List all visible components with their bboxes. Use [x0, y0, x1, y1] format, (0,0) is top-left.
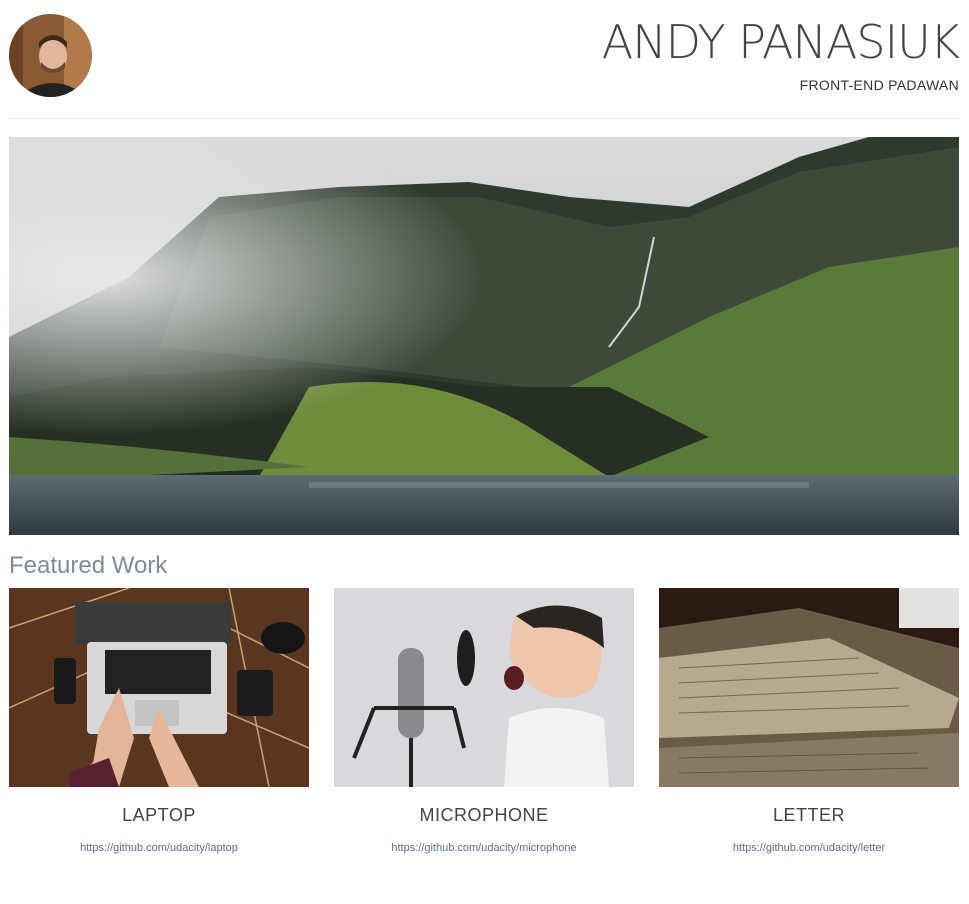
- project-card-laptop: LAPTOP https://github.com/udacity/laptop: [9, 588, 309, 854]
- project-title-microphone: MICROPHONE: [419, 805, 549, 825]
- header-divider: [9, 118, 959, 119]
- site-title: ANDY PANASIUK: [601, 15, 960, 69]
- project-card-microphone: MICROPHONE https://github.com/udacity/mi…: [334, 588, 634, 854]
- laptop-image[interactable]: [9, 588, 309, 787]
- project-link-laptop[interactable]: https://github.com/udacity/laptop: [9, 842, 309, 854]
- project-title-laptop: LAPTOP: [122, 805, 196, 825]
- hero-image: [9, 137, 959, 535]
- project-link-letter[interactable]: https://github.com/udacity/letter: [659, 842, 959, 854]
- letter-image[interactable]: [659, 588, 959, 787]
- site-subtitle: FRONT-END PADAWAN: [799, 77, 959, 93]
- project-title-letter: LETTER: [772, 805, 845, 825]
- avatar: [9, 14, 92, 97]
- project-link-microphone[interactable]: https://github.com/udacity/microphone: [334, 842, 634, 854]
- microphone-image[interactable]: [334, 588, 634, 787]
- featured-work-title: Featured Work: [9, 552, 168, 579]
- project-card-letter: LETTER https://github.com/udacity/letter: [659, 588, 959, 854]
